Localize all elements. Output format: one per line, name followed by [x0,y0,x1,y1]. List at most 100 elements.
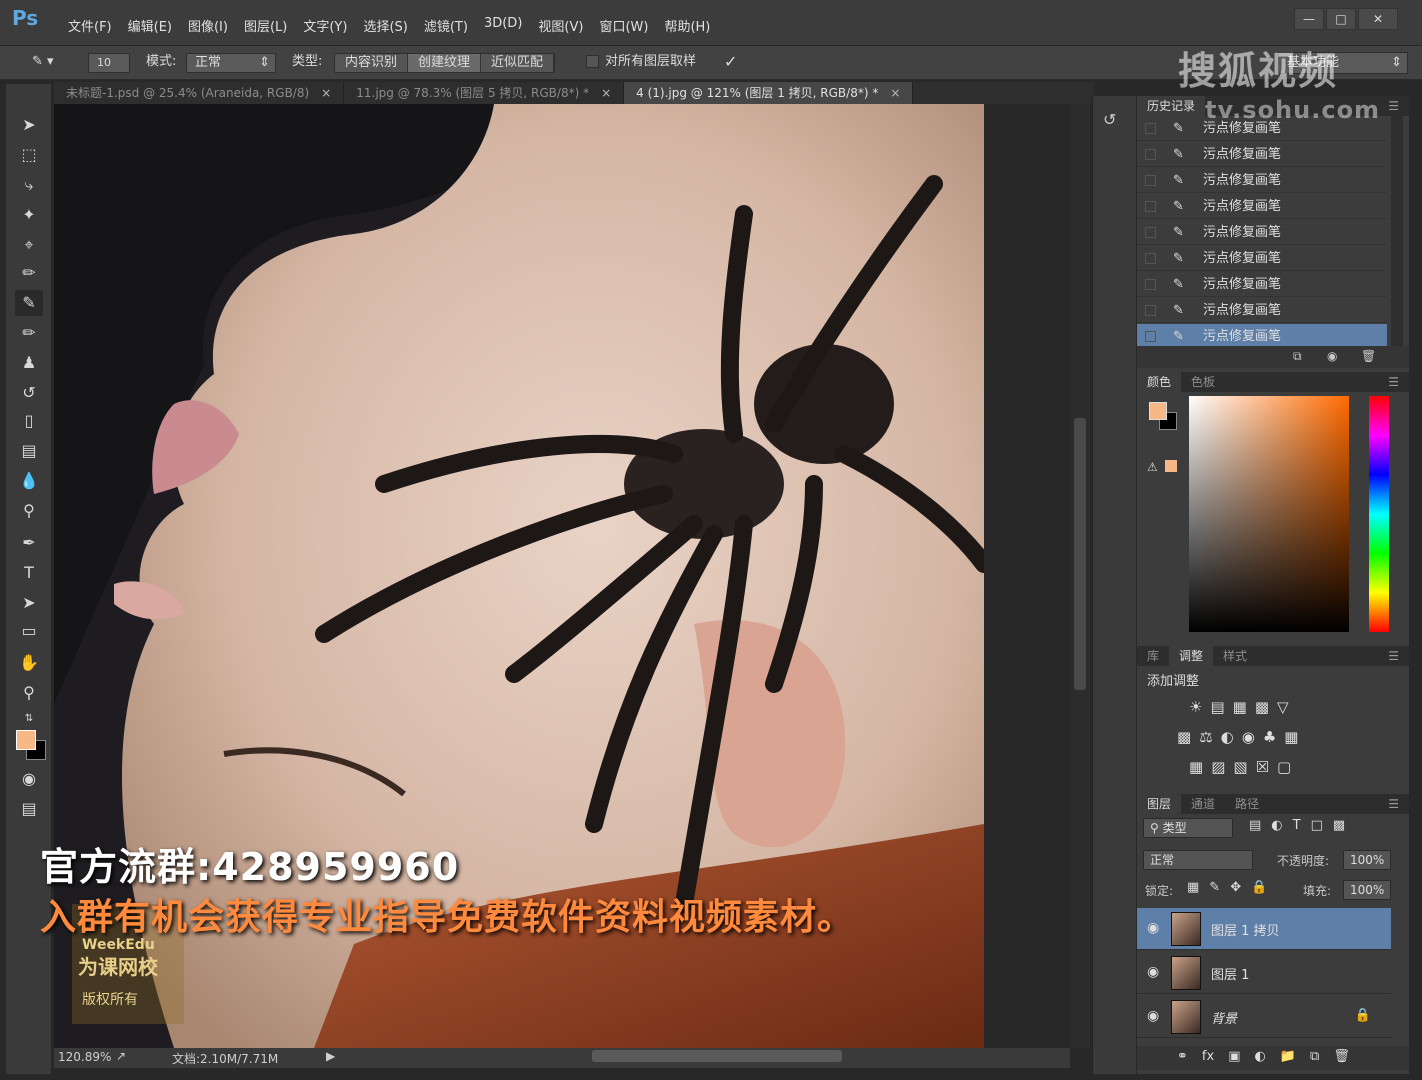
selective-color-icon[interactable]: ☒ [1256,758,1269,776]
layer-name[interactable]: 图层 1 [1211,964,1249,983]
status-menu-arrow-icon[interactable]: ▶ [326,1049,335,1063]
new-group-icon[interactable]: 📁 [1280,1049,1296,1064]
tab-channels[interactable]: 通道 [1181,794,1225,814]
filter-adjustment-icon[interactable]: ◐ [1271,818,1282,833]
pressure-icon[interactable]: ✓ [724,53,737,73]
layer-row[interactable]: ◉ 背景 🔒 [1137,996,1391,1038]
menu-3d[interactable]: 3D(D) [476,14,530,37]
posterize-icon[interactable]: ▨ [1211,758,1225,776]
doc-tab-11[interactable]: 11.jpg @ 78.3% (图层 5 拷贝, RGB/8*) * × [344,82,625,104]
gamut-warning-icon[interactable]: ⚠ [1147,460,1158,474]
layer-name[interactable]: 图层 1 拷贝 [1211,920,1280,939]
gamut-color-chip[interactable] [1165,460,1177,472]
history-row[interactable]: ✎ 污点修复画笔 [1137,220,1387,245]
opacity-input[interactable]: 100% [1343,850,1391,870]
blur-tool-icon[interactable]: 💧 [15,468,43,494]
tab-color[interactable]: 颜色 [1137,372,1182,392]
eye-icon[interactable]: ◉ [1147,964,1159,980]
color-balance-icon[interactable]: ⚖ [1199,728,1212,746]
adjustment-layer-icon[interactable]: ◐ [1254,1049,1265,1064]
mode-select[interactable]: 正常 ⇕ [186,53,276,73]
menu-select[interactable]: 选择(S) [355,14,415,37]
new-document-from-state-icon[interactable]: ⧉ [1293,349,1302,364]
history-snapshot-box[interactable] [1145,305,1156,316]
lock-pixels-icon[interactable]: ✎ [1209,880,1220,895]
foreground-color-swatch[interactable] [16,730,36,750]
type-create-texture[interactable]: 创建纹理 [408,54,482,72]
swap-colors-icon[interactable]: ⇅ [15,706,43,732]
doc-tab-untitled[interactable]: 未标题-1.psd @ 25.4% (Araneida, RGB/8) × [54,82,345,104]
history-row[interactable]: ✎ 污点修复画笔 [1137,272,1387,297]
fx-icon[interactable]: fx [1202,1049,1214,1064]
brush-size-picker[interactable]: 10 [88,53,130,73]
tab-layers[interactable]: 图层 [1137,794,1182,814]
export-icon[interactable]: ↗ [116,1049,126,1063]
panel-menu-icon[interactable]: ☰ [1378,646,1409,666]
filter-shape-icon[interactable]: □ [1311,818,1323,833]
color-lookup-icon[interactable]: ▦ [1284,728,1298,746]
history-snapshot-box[interactable] [1145,149,1156,160]
sample-all-layers[interactable]: 对所有图层取样 [586,53,696,73]
close-icon[interactable]: ✕ [1358,8,1398,30]
trash-icon[interactable]: 🗑 [1333,1049,1350,1064]
blend-mode-select[interactable]: 正常 [1143,850,1253,870]
history-snapshot-box[interactable] [1145,253,1156,264]
history-row[interactable]: ✎ 污点修复画笔 [1137,142,1387,167]
filter-pixel-icon[interactable]: ▤ [1249,818,1261,833]
color-panel-foreground[interactable] [1149,402,1167,420]
move-tool-icon[interactable]: ➤ [15,112,43,138]
photo-filter-icon[interactable]: ◉ [1242,728,1255,746]
levels-icon[interactable]: ▤ [1210,698,1224,716]
history-row[interactable]: ✎ 污点修复画笔 [1137,168,1387,193]
tab-styles[interactable]: 样式 [1213,646,1257,666]
zoom-level[interactable]: 120.89% [58,1050,111,1064]
history-row[interactable]: ✎ 污点修复画笔 [1137,194,1387,219]
quick-mask-icon[interactable]: ◉ [15,766,43,792]
history-scrollbar[interactable] [1391,116,1403,350]
screen-mode-icon[interactable]: ▤ [15,796,43,822]
fill-input[interactable]: 100% [1343,880,1391,900]
pen-tool-icon[interactable]: ✒ [15,530,43,556]
color-picker-field[interactable] [1189,396,1349,632]
vertical-scroll-thumb[interactable] [1074,418,1086,690]
lock-transparent-icon[interactable]: ▦ [1187,880,1199,895]
menu-layer[interactable]: 图层(L) [236,14,295,37]
history-snapshot-box[interactable] [1145,227,1156,238]
type-content-aware[interactable]: 内容识别 [335,54,409,72]
quick-select-tool-icon[interactable]: ✦ [15,202,43,228]
panel-menu-icon[interactable]: ☰ [1378,96,1409,116]
trash-icon[interactable]: 🗑 [1361,349,1376,363]
vibrance-icon[interactable]: ▽ [1277,698,1289,716]
hue-slider[interactable] [1369,396,1389,632]
vertical-scrollbar[interactable] [1070,104,1090,1048]
gradient-map-icon[interactable]: ▢ [1277,758,1291,776]
menu-file[interactable]: 文件(F) [60,14,120,37]
tab-history[interactable]: 历史记录 [1137,96,1206,116]
history-snapshot-box[interactable] [1145,201,1156,212]
history-snapshot-box[interactable] [1145,175,1156,186]
threshold-icon[interactable]: ▧ [1233,758,1247,776]
eye-icon[interactable]: ◉ [1147,1008,1159,1024]
tab-swatches[interactable]: 色板 [1181,372,1225,392]
menu-window[interactable]: 窗口(W) [591,14,656,37]
black-white-icon[interactable]: ◐ [1221,728,1234,746]
layer-row[interactable]: ◉ 图层 1 拷贝 [1137,908,1391,950]
history-snapshot-box[interactable] [1145,123,1156,134]
close-tab-icon[interactable]: × [601,86,611,100]
dodge-tool-icon[interactable]: ⚲ [15,498,43,524]
history-snapshot-box[interactable] [1145,331,1156,342]
add-mask-icon[interactable]: ▣ [1228,1049,1240,1064]
close-tab-icon[interactable]: × [321,86,331,100]
menu-type[interactable]: 文字(Y) [295,14,355,37]
sample-all-checkbox[interactable] [586,55,599,68]
spot-healing-tool-icon[interactable]: ✎ [15,290,43,316]
link-layers-icon[interactable]: ⚭ [1177,1049,1188,1064]
tab-paths[interactable]: 路径 [1225,794,1269,814]
new-layer-icon[interactable]: ⧉ [1310,1049,1319,1064]
layer-row[interactable]: ◉ 图层 1 [1137,952,1391,994]
spot-healing-brush-icon[interactable]: ✎ ▾ [32,53,54,73]
tab-adjustments[interactable]: 调整 [1169,646,1214,666]
lasso-tool-icon[interactable]: ⤷ [15,172,43,198]
eyedropper-tool-icon[interactable]: ✏ [15,260,43,286]
hand-tool-icon[interactable]: ✋ [15,650,43,676]
